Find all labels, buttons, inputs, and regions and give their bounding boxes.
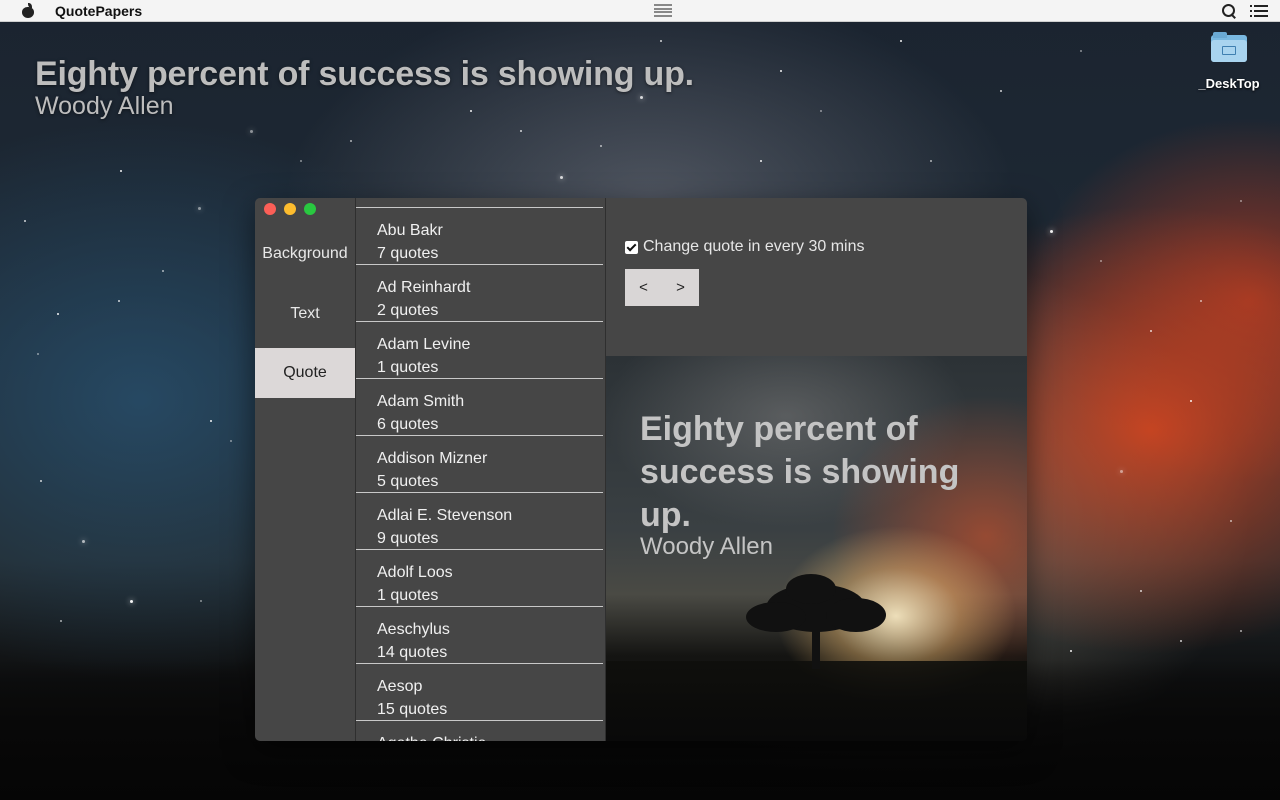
tab-quote[interactable]: Quote [255,348,355,398]
author-list-item[interactable]: Adam Levine 1 quotes [356,322,603,379]
author-quote-count: 14 quotes [377,644,448,661]
author-quote-count: 9 quotes [377,530,439,547]
author-name: Adlai E. Stevenson [377,507,513,524]
menu-bar: QuotePapers [0,0,1280,22]
author-list-item[interactable]: Adolf Loos 1 quotes [356,550,603,607]
menu-extra-icon[interactable] [654,4,672,18]
author-name: Aesop [377,678,423,695]
author-name: Agatha Christie [377,732,603,741]
author-name: Ad Reinhardt [377,279,471,296]
app-name-menu[interactable]: QuotePapers [55,3,142,19]
author-name: Aeschylus [377,621,450,638]
quote-settings-panel: Change quote in every 30 mins < > [606,198,1027,356]
tab-text[interactable]: Text [255,289,355,339]
folder-icon[interactable] [1211,32,1247,62]
settings-sidebar: Background Text Quote [255,198,355,741]
author-list-item[interactable]: Abu Bakr 7 quotes [356,208,603,265]
preview-quote-text: Eighty percent of success is showing up. [640,410,960,534]
desktop-quote: Eighty percent of success is showing up.… [35,55,694,121]
change-quote-checkbox[interactable] [625,240,638,254]
change-quote-option[interactable]: Change quote in every 30 mins [625,238,864,256]
author-quote-count: 1 quotes [377,359,439,376]
notification-center-icon[interactable] [1250,4,1268,18]
wallpaper-preview: Eighty percent of success is showing up.… [606,356,1027,741]
change-quote-label[interactable]: Change quote in every 30 mins [643,238,864,256]
spotlight-search-icon[interactable] [1222,4,1236,18]
author-list-scroll[interactable]: 1 quotes Abu Bakr 7 quotes Ad Reinhardt 2 qu… [356,198,605,741]
author-name: Adam Levine [377,336,471,353]
preview-quote-author: Woody Allen [640,533,773,560]
desktop-quote-text: Eighty percent of success is showing up. [35,55,694,93]
quote-navigation: < > [625,269,699,306]
author-quote-count: 6 quotes [377,416,439,433]
author-list-item[interactable]: Adlai E. Stevenson 9 quotes [356,493,603,550]
author-list[interactable]: 1 quotes Abu Bakr 7 quotes Ad Reinhardt 2 qu… [355,198,606,741]
tree-silhouette [746,574,886,669]
previous-quote-button[interactable]: < [625,269,662,306]
apple-icon[interactable] [21,2,35,19]
author-name: Addison Mizner [377,450,488,467]
author-quote-count: 5 quotes [377,473,439,490]
desktop-folder[interactable]: _DeskTop [1196,32,1262,91]
author-list-item[interactable]: Ad Reinhardt 2 quotes [356,265,603,322]
next-quote-button[interactable]: > [662,269,699,306]
author-quote-count: 1 quotes [377,587,439,604]
author-list-item[interactable]: Addison Mizner 5 quotes [356,436,603,493]
quotepapers-window: Background Text Quote 1 quotes Abu Bakr 7 … [255,198,1027,741]
author-name: Adolf Loos [377,564,453,581]
window-controls [264,203,316,215]
zoom-window-button[interactable] [304,203,316,215]
author-list-item[interactable]: Aeschylus 14 quotes [356,607,603,664]
author-list-item[interactable]: 1 quotes [356,198,603,208]
author-list-item[interactable]: Aesop 15 quotes [356,664,603,721]
preview-ground [606,661,1027,741]
author-list-item[interactable]: Adam Smith 6 quotes [356,379,603,436]
minimize-window-button[interactable] [284,203,296,215]
author-quote-count: 7 quotes [377,245,439,262]
author-quote-count: 2 quotes [377,302,439,319]
desktop-folder-label[interactable]: _DeskTop [1196,76,1262,91]
tab-background[interactable]: Background [255,229,355,279]
author-list-item[interactable]: Agatha Christie [356,721,603,741]
author-name: Abu Bakr [377,222,443,239]
author-quote-count: 15 quotes [377,701,448,718]
desktop-quote-author: Woody Allen [35,92,174,120]
preview-quote: Eighty percent of success is showing up.… [640,408,1000,561]
close-window-button[interactable] [264,203,276,215]
author-name: Adam Smith [377,393,465,410]
